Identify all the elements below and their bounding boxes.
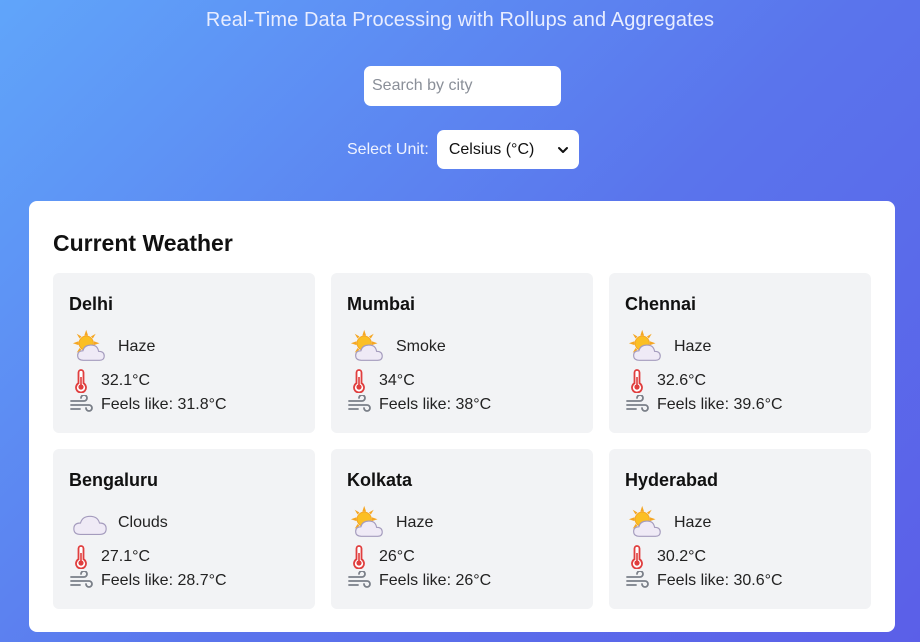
- weather-grid: Delhi Haze 32.1°C Feels like: 31.8°C Mum…: [53, 273, 871, 609]
- weather-card: Mumbai Smoke 34°C Feels like: 38°C: [331, 273, 593, 433]
- feels-like-value: Feels like: 30.6°C: [657, 572, 783, 589]
- feels-like-value: Feels like: 39.6°C: [657, 396, 783, 413]
- sun-cloud-icon: [349, 328, 387, 366]
- condition-text: Haze: [396, 514, 434, 531]
- condition-row: Haze: [627, 328, 711, 366]
- temperature-row: 27.1°C: [69, 545, 150, 569]
- city-name: Mumbai: [347, 294, 416, 314]
- wind-icon: [347, 571, 371, 591]
- app-title: Real-Time Data Processing with Rollups a…: [205, 9, 715, 31]
- sun-cloud-icon: [349, 504, 387, 542]
- temperature-value: 32.1°C: [101, 372, 151, 389]
- temperature-row: 26°C: [347, 545, 415, 569]
- condition-text: Haze: [118, 338, 156, 355]
- condition-row: Haze: [349, 504, 433, 542]
- feels-like-row: Feels like: 39.6°C: [625, 395, 783, 415]
- search-input[interactable]: [364, 66, 561, 106]
- feels-like-row: Feels like: 30.6°C: [625, 571, 783, 591]
- temperature-value: 34°C: [379, 372, 415, 389]
- weather-card: Delhi Haze 32.1°C Feels like: 31.8°C: [53, 273, 315, 433]
- weather-card: Chennai Haze 32.6°C Feels like: 39.6°C: [609, 273, 871, 433]
- city-name: Bengaluru: [69, 470, 159, 490]
- feels-like-row: Feels like: 28.7°C: [69, 571, 227, 591]
- weather-card: Hyderabad Haze 30.2°C Feels like: 30.6°C: [609, 449, 871, 609]
- feels-like-value: Feels like: 26°C: [379, 572, 492, 589]
- temperature-value: 26°C: [379, 548, 415, 565]
- condition-text: Clouds: [118, 514, 168, 531]
- sun-cloud-icon: [627, 328, 665, 366]
- condition-row: Haze: [627, 504, 711, 542]
- thermometer-icon: [347, 545, 371, 569]
- wind-icon: [625, 571, 649, 591]
- weather-card: Kolkata Haze 26°C Feels like: 26°C: [331, 449, 593, 609]
- temperature-row: 30.2°C: [625, 545, 706, 569]
- thermometer-icon: [625, 545, 649, 569]
- panel-title: Current Weather: [53, 230, 233, 256]
- cloud-icon: [71, 504, 109, 542]
- condition-text: Haze: [674, 514, 712, 531]
- city-name: Hyderabad: [625, 470, 719, 490]
- city-name: Chennai: [625, 294, 697, 314]
- wind-icon: [69, 395, 93, 415]
- temperature-value: 27.1°C: [101, 548, 151, 565]
- temperature-row: 32.6°C: [625, 369, 706, 393]
- temperature-row: 34°C: [347, 369, 415, 393]
- temperature-value: 30.2°C: [657, 548, 707, 565]
- thermometer-icon: [69, 545, 93, 569]
- temperature-value: 32.6°C: [657, 372, 707, 389]
- chevron-down-icon: [557, 146, 568, 153]
- sun-cloud-icon: [71, 328, 109, 366]
- unit-select-value: Celsius (°C): [448, 140, 535, 158]
- thermometer-icon: [69, 369, 93, 393]
- unit-select[interactable]: Celsius (°C): [436, 130, 579, 169]
- sun-cloud-icon: [627, 504, 665, 542]
- city-name: Kolkata: [347, 470, 413, 490]
- thermometer-icon: [625, 369, 649, 393]
- city-name: Delhi: [69, 294, 114, 314]
- temperature-row: 32.1°C: [69, 369, 150, 393]
- condition-row: Smoke: [349, 328, 446, 366]
- condition-row: Clouds: [71, 504, 168, 542]
- feels-like-row: Feels like: 31.8°C: [69, 395, 227, 415]
- current-weather-panel: Current Weather Delhi Haze 32.1°C Feels …: [29, 201, 895, 632]
- unit-selector-row: Select Unit: Celsius (°C): [347, 130, 579, 169]
- feels-like-row: Feels like: 26°C: [347, 571, 491, 591]
- condition-text: Smoke: [396, 338, 446, 355]
- wind-icon: [69, 571, 93, 591]
- feels-like-row: Feels like: 38°C: [347, 395, 491, 415]
- feels-like-value: Feels like: 28.7°C: [101, 572, 227, 589]
- condition-row: Haze: [71, 328, 155, 366]
- thermometer-icon: [347, 369, 371, 393]
- condition-text: Haze: [674, 338, 712, 355]
- wind-icon: [347, 395, 371, 415]
- unit-label: Select Unit:: [347, 140, 429, 158]
- feels-like-value: Feels like: 38°C: [379, 396, 492, 413]
- weather-card: Bengaluru Clouds 27.1°C Feels like: 28.7…: [53, 449, 315, 609]
- feels-like-value: Feels like: 31.8°C: [101, 396, 227, 413]
- wind-icon: [625, 395, 649, 415]
